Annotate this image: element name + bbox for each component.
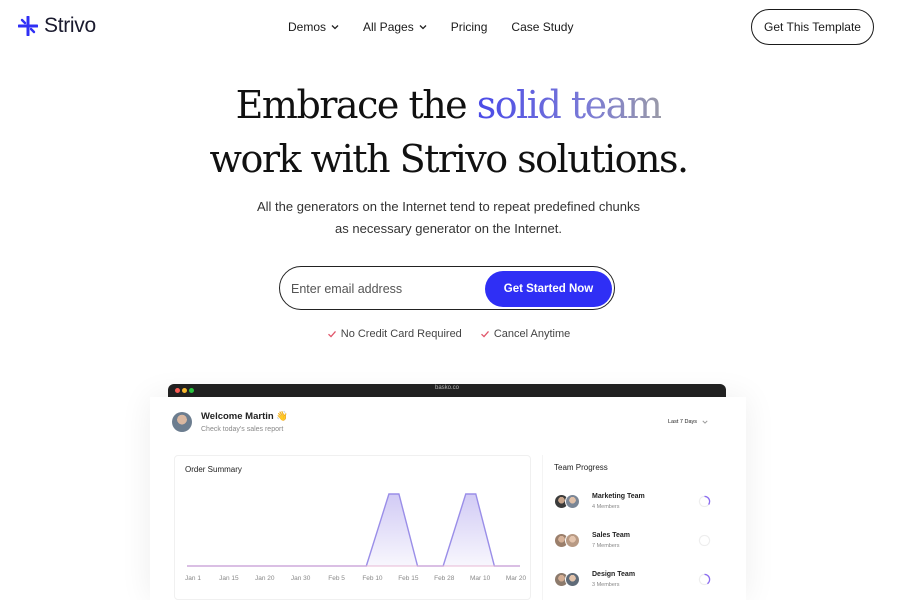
nav-item-label: All Pages bbox=[363, 20, 414, 34]
chevron-down-icon bbox=[331, 25, 339, 30]
get-template-button[interactable]: Get This Template bbox=[751, 9, 874, 45]
team-members: 7 Members bbox=[592, 543, 620, 549]
dashboard-preview: Welcome Martin 👋 Check today's sales rep… bbox=[150, 397, 746, 600]
welcome-title: Welcome Martin 👋 bbox=[201, 411, 289, 422]
order-summary-card: Order Summary Jan 1 Jan 15 Jan 20 Jan 30 Feb… bbox=[174, 455, 531, 600]
welcome-subtitle: Check today's sales report bbox=[201, 426, 284, 433]
hero-title-plain: Embrace the bbox=[235, 83, 468, 127]
email-input[interactable] bbox=[291, 277, 481, 301]
order-summary-title: Order Summary bbox=[185, 465, 242, 474]
browser-url: basko.co bbox=[434, 385, 459, 391]
site-header: Strivo Demos All Pages Pricing Case Stud… bbox=[0, 0, 897, 54]
hero-title-highlight: solid team bbox=[476, 83, 663, 127]
avatar bbox=[565, 572, 580, 587]
benefit-item: Cancel Anytime bbox=[480, 328, 570, 340]
nav-item-all-pages[interactable]: All Pages bbox=[363, 20, 427, 34]
x-tick-label: Jan 1 bbox=[185, 575, 201, 582]
benefit-label: No Credit Card Required bbox=[340, 328, 462, 340]
progress-ring-track bbox=[698, 534, 711, 547]
hero-subtitle-line2: as necessary generator on the Internet. bbox=[335, 221, 562, 236]
hero-title-line2: work with Strivo solutions. bbox=[209, 137, 689, 181]
x-tick-label: Feb 15 bbox=[398, 575, 419, 582]
avatar bbox=[565, 494, 580, 509]
team-item-design[interactable]: Design Team 3 Members bbox=[554, 570, 714, 592]
team-progress-card: Team Progress Marketing Team 4 Members S… bbox=[542, 455, 718, 600]
x-tick-label: Feb 28 bbox=[434, 575, 455, 582]
browser-chrome: basko.co bbox=[168, 384, 726, 397]
check-icon bbox=[327, 330, 336, 338]
avatar bbox=[565, 533, 580, 548]
nav-item-label: Demos bbox=[288, 20, 327, 34]
progress-ring bbox=[698, 495, 711, 508]
nav-item-case-study[interactable]: Case Study bbox=[511, 20, 573, 34]
benefit-item: No Credit Card Required bbox=[327, 328, 462, 340]
team-members: 4 Members bbox=[592, 504, 620, 510]
nav-item-label: Pricing bbox=[450, 20, 488, 34]
date-range-label: Last 7 Days bbox=[668, 419, 698, 425]
nav-item-demos[interactable]: Demos bbox=[288, 20, 339, 34]
signup-form: Get Started Now bbox=[279, 266, 615, 310]
chevron-down-icon bbox=[702, 420, 708, 424]
x-tick-label: Feb 10 bbox=[362, 575, 383, 582]
x-tick-label: Jan 20 bbox=[255, 575, 275, 582]
nav-item-pricing[interactable]: Pricing bbox=[451, 20, 488, 34]
x-tick-label: Jan 30 bbox=[291, 575, 311, 582]
team-item-sales[interactable]: Sales Team 7 Members bbox=[554, 531, 714, 553]
hero-title-line1: Embrace the solid team bbox=[0, 78, 897, 132]
check-icon bbox=[480, 330, 489, 338]
date-range-select[interactable]: Last 7 Days bbox=[668, 419, 708, 425]
order-summary-chart: Jan 1 Jan 15 Jan 20 Jan 30 Feb 5 Feb 10 Feb 15… bbox=[185, 493, 527, 582]
team-name: Sales Team bbox=[592, 532, 631, 539]
nav-item-label: Case Study bbox=[511, 20, 574, 34]
logo-icon bbox=[18, 16, 38, 36]
team-avatars bbox=[554, 533, 584, 551]
progress-ring bbox=[698, 573, 711, 586]
team-avatars bbox=[554, 494, 584, 512]
x-tick-label: Mar 20 bbox=[506, 575, 527, 582]
get-started-button[interactable]: Get Started Now bbox=[485, 271, 612, 307]
signup-benefits: No Credit Card Required Cancel Anytime bbox=[0, 328, 897, 340]
x-tick-label: Feb 5 bbox=[328, 575, 345, 582]
team-name: Design Team bbox=[592, 571, 636, 578]
x-tick-label: Jan 15 bbox=[219, 575, 239, 582]
logo-text: Strivo bbox=[44, 14, 96, 37]
main-nav: Demos All Pages Pricing Case Study bbox=[288, 20, 573, 34]
team-avatars bbox=[554, 572, 584, 590]
chevron-down-icon bbox=[419, 25, 427, 30]
logo[interactable]: Strivo bbox=[18, 14, 96, 38]
avatar bbox=[172, 412, 192, 432]
team-progress-title: Team Progress bbox=[554, 463, 608, 472]
hero-subtitle-line1: All the generators on the Internet tend … bbox=[256, 199, 641, 214]
team-members: 3 Members bbox=[592, 582, 620, 588]
benefit-label: Cancel Anytime bbox=[493, 328, 571, 340]
team-item-marketing[interactable]: Marketing Team 4 Members bbox=[554, 492, 714, 514]
team-name: Marketing Team bbox=[592, 493, 645, 500]
progress-ring bbox=[698, 534, 711, 547]
x-tick-label: Mar 10 bbox=[470, 575, 491, 582]
chart-area bbox=[187, 494, 520, 566]
